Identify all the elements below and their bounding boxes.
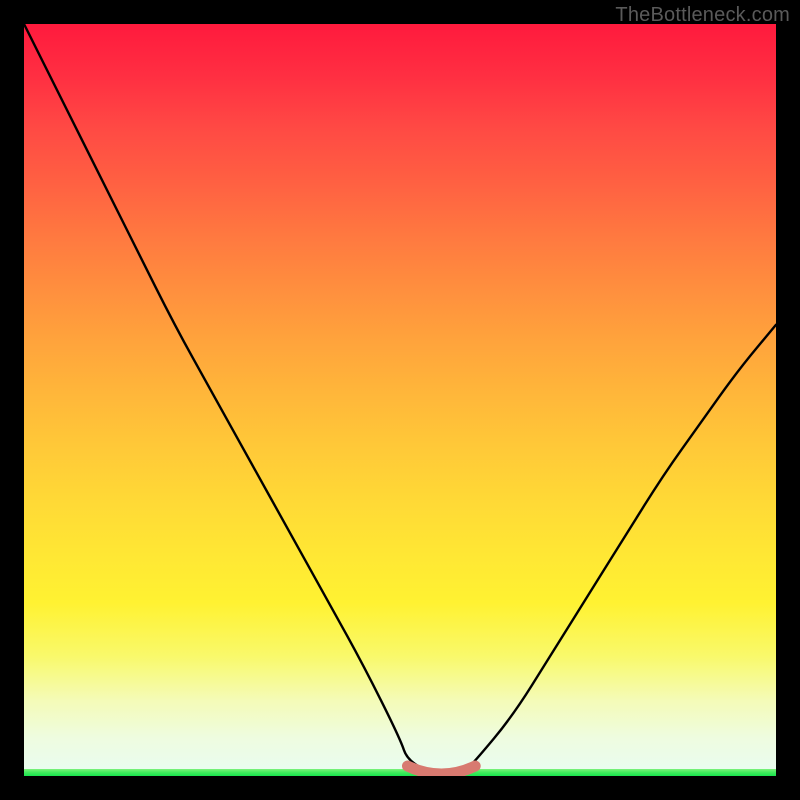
watermark-text: TheBottleneck.com	[615, 4, 790, 27]
flat-region-marker	[408, 766, 476, 774]
curve-group	[24, 24, 776, 776]
bottleneck-curve-path	[24, 24, 776, 776]
chart-frame: TheBottleneck.com	[0, 0, 800, 800]
bottleneck-curve-svg	[24, 24, 776, 776]
plot-area	[24, 24, 776, 776]
